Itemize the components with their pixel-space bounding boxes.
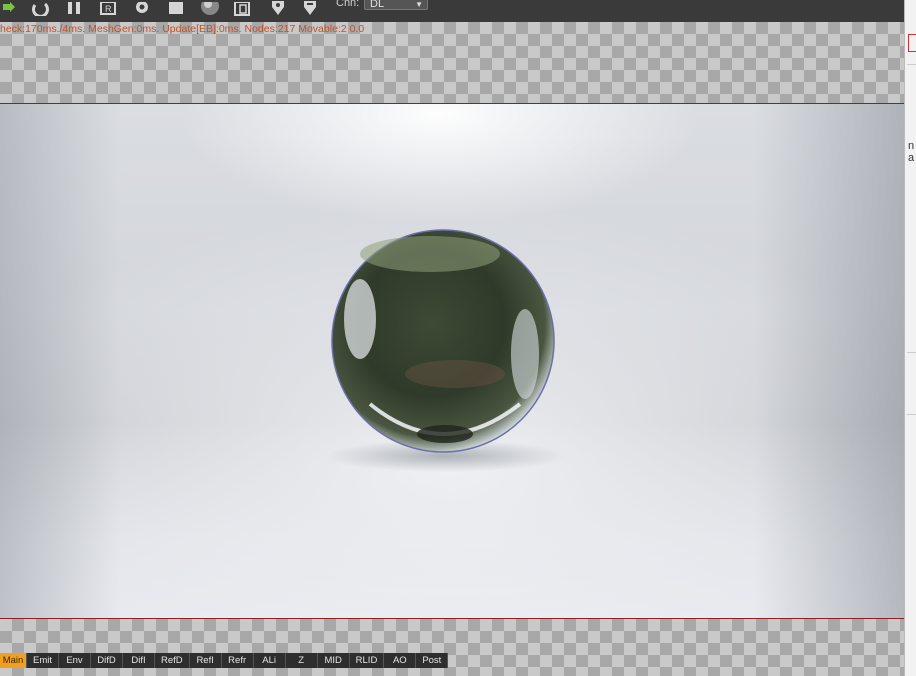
tab-ao[interactable]: AO	[384, 653, 417, 668]
top-toolbar: R Chn: DL ▼	[0, 0, 904, 23]
pin-icon[interactable]	[268, 0, 288, 18]
channel-select[interactable]: DL ▼	[364, 0, 428, 10]
tab-refd[interactable]: RefD	[155, 653, 190, 668]
settings-icon[interactable]	[132, 0, 152, 18]
tab-rlid[interactable]: RLID	[349, 653, 385, 668]
reload-icon[interactable]	[30, 0, 50, 18]
region-icon[interactable]: R	[98, 0, 118, 18]
sphere-reflection-right	[511, 309, 539, 399]
chevron-down-icon: ▼	[415, 0, 423, 9]
channel-select-value: DL	[370, 0, 385, 10]
render-channel-tabs: Main Emit Env DifD DifI RefD RefI Refr A…	[0, 653, 449, 668]
sphere-reflection-mid	[405, 360, 505, 388]
tab-mid[interactable]: MID	[317, 653, 350, 668]
render-stats-text: heck:170ms./4ms. MeshGen:0ms. Update[EB]…	[0, 23, 365, 35]
tab-z[interactable]: Z	[285, 653, 318, 668]
tab-env[interactable]: Env	[59, 653, 91, 668]
panel-partial-text: n a	[908, 140, 915, 164]
pause-icon[interactable]	[64, 0, 84, 18]
refresh-icon[interactable]	[0, 0, 20, 18]
tab-difi[interactable]: DifI	[123, 653, 155, 668]
tab-emit[interactable]: Emit	[27, 653, 59, 668]
panel-divider	[907, 414, 916, 415]
channel-label: Chn:	[336, 0, 360, 9]
rendered-sphere	[325, 229, 565, 472]
tab-refr[interactable]: Refr	[221, 653, 254, 668]
tab-main[interactable]: Main	[0, 653, 27, 668]
panel-divider	[907, 64, 916, 65]
svg-text:R: R	[105, 4, 112, 14]
stop-icon[interactable]	[166, 0, 186, 18]
tab-refi[interactable]: RefI	[189, 653, 222, 668]
material-ball-icon[interactable]	[200, 0, 220, 18]
tab-ali[interactable]: ALi	[253, 653, 286, 668]
sphere-reflection-left	[344, 279, 376, 359]
sphere-bottom-dark	[417, 425, 473, 443]
clipboard-icon[interactable]	[232, 0, 252, 18]
adjacent-panel-edge: n a	[904, 0, 916, 676]
panel-edge-marker	[908, 34, 916, 52]
tab-post[interactable]: Post	[416, 653, 449, 668]
tab-difd[interactable]: DifD	[91, 653, 123, 668]
render-viewport[interactable]	[0, 103, 904, 619]
pin-alt-icon[interactable]	[300, 0, 320, 18]
panel-divider	[907, 352, 916, 353]
sphere-reflection-top	[360, 236, 500, 272]
